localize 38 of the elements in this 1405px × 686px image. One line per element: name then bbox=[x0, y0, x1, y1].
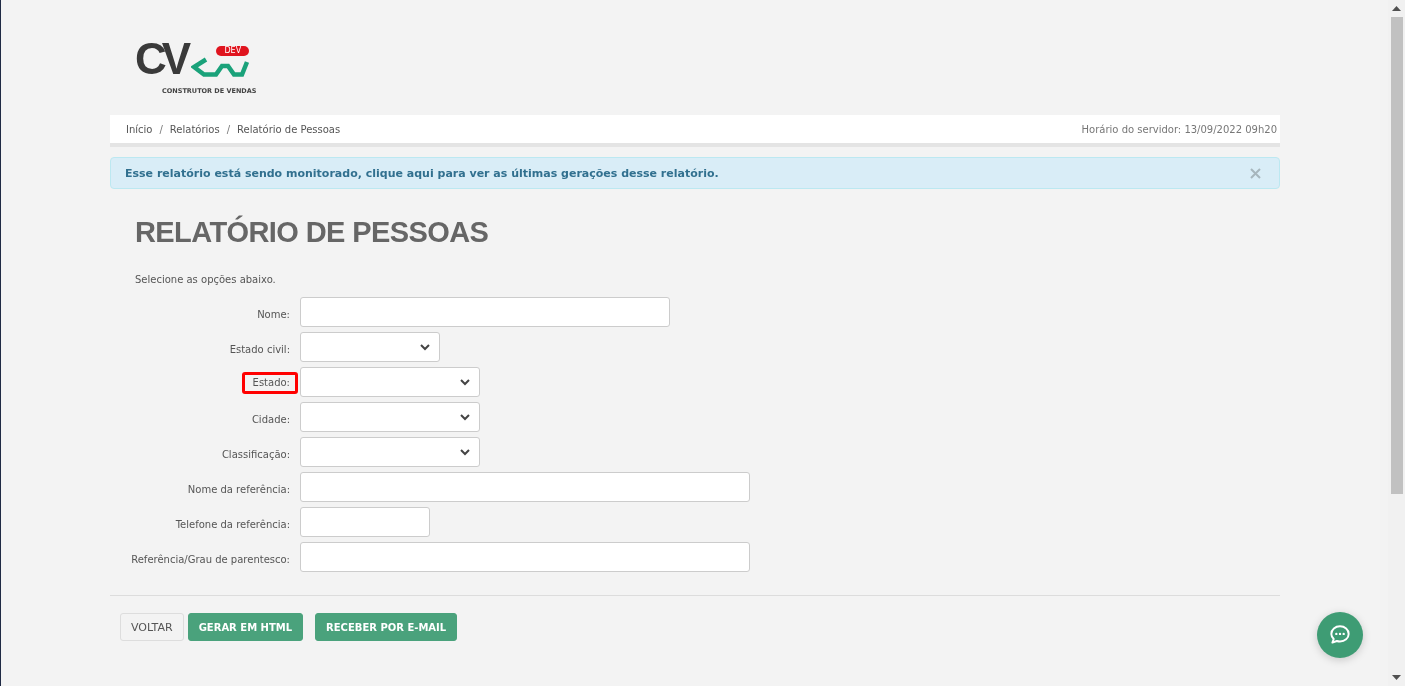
scroll-down-arrow-icon[interactable] bbox=[1392, 675, 1401, 680]
field-label: Cidade: bbox=[251, 413, 290, 426]
field-label: Nome da referência: bbox=[187, 483, 290, 496]
back-button[interactable]: VOLTAR bbox=[120, 613, 184, 641]
chevron-down-icon bbox=[420, 343, 430, 351]
scrollbar-thumb[interactable] bbox=[1390, 17, 1403, 494]
server-time: Horário do servidor: 13/09/2022 09h20 bbox=[1081, 123, 1277, 135]
scroll-up-arrow-icon[interactable] bbox=[1392, 6, 1401, 11]
close-icon[interactable] bbox=[1250, 167, 1261, 179]
logo-letters: CV bbox=[135, 40, 187, 78]
text-input[interactable] bbox=[300, 472, 750, 502]
text-input[interactable] bbox=[300, 297, 670, 327]
chevron-down-icon bbox=[460, 378, 470, 386]
dropdown-select[interactable] bbox=[300, 332, 440, 362]
dev-badge: DEV bbox=[216, 46, 250, 56]
breadcrumb-link[interactable]: Início bbox=[126, 123, 153, 135]
dropdown-select[interactable] bbox=[300, 437, 480, 467]
breadcrumb-link[interactable]: Relatórios bbox=[169, 123, 220, 135]
zigzag-logo-icon bbox=[191, 57, 250, 77]
breadcrumb-separator: / bbox=[226, 123, 231, 135]
field-label: Telefone da referência: bbox=[175, 518, 290, 531]
field-label: Estado: bbox=[241, 371, 298, 394]
breadcrumb-current: Relatório de Pessoas bbox=[237, 123, 341, 135]
alert-message[interactable]: Esse relatório está sendo monitorado, clique aqui para ver as últimas gerações desse relatório. bbox=[125, 166, 719, 180]
field-label: Nome: bbox=[257, 308, 290, 321]
chevron-down-icon bbox=[460, 448, 470, 456]
text-input[interactable] bbox=[300, 542, 750, 572]
instruction-text: Selecione as opções abaixo. bbox=[135, 273, 277, 287]
dropdown-select[interactable] bbox=[300, 367, 480, 397]
dropdown-select[interactable] bbox=[300, 402, 480, 432]
breadcrumb-separator: / bbox=[159, 123, 163, 135]
field-label: Estado civil: bbox=[229, 343, 290, 356]
page-title: RELATÓRIO DE PESSOAS bbox=[135, 215, 490, 250]
field-label: Referência/Grau de parentesco: bbox=[131, 553, 290, 566]
field-label: Classificação: bbox=[221, 448, 290, 461]
text-input[interactable] bbox=[300, 507, 430, 537]
chat-button[interactable] bbox=[1317, 612, 1363, 658]
chevron-down-icon bbox=[460, 413, 470, 421]
